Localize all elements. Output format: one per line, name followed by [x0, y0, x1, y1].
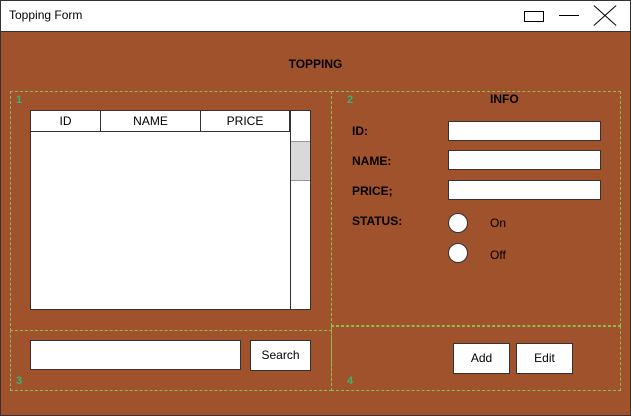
table-scrollbar[interactable] — [290, 111, 310, 309]
panel-number-3: 3 — [16, 375, 23, 387]
status-on-radio[interactable] — [448, 213, 468, 233]
status-label: STATUS: — [352, 214, 403, 228]
search-input[interactable] — [30, 340, 241, 370]
name-label: NAME: — [352, 154, 392, 168]
info-title: INFO — [490, 92, 519, 106]
maximize-icon[interactable] — [523, 8, 545, 24]
name-field[interactable] — [448, 150, 601, 170]
id-field[interactable] — [448, 121, 601, 141]
panel-number-4: 4 — [347, 375, 354, 387]
column-header-name[interactable]: NAME — [101, 111, 201, 131]
price-label: PRICE; — [352, 184, 393, 198]
status-on-label: On — [490, 216, 507, 230]
table-header: ID NAME PRICE — [31, 111, 290, 132]
panel-number-1: 1 — [16, 94, 23, 106]
topping-table[interactable]: ID NAME PRICE — [30, 110, 311, 310]
status-off-label: Off — [490, 248, 506, 262]
page-title: TOPPING — [288, 57, 343, 71]
edit-button[interactable]: Edit — [516, 343, 573, 374]
window-title: Topping Form — [9, 8, 83, 22]
price-field[interactable] — [448, 180, 601, 200]
status-off-radio[interactable] — [448, 243, 468, 263]
add-button[interactable]: Add — [453, 343, 510, 374]
search-button[interactable]: Search — [250, 340, 311, 371]
id-label: ID: — [352, 124, 368, 138]
panel-number-2: 2 — [347, 94, 354, 106]
column-header-id[interactable]: ID — [31, 111, 101, 131]
scrollbar-thumb[interactable] — [291, 141, 310, 181]
close-icon[interactable] — [593, 5, 617, 27]
column-header-price[interactable]: PRICE — [201, 111, 290, 131]
title-bar: Topping Form — [1, 1, 630, 32]
minimize-icon[interactable] — [558, 8, 580, 24]
